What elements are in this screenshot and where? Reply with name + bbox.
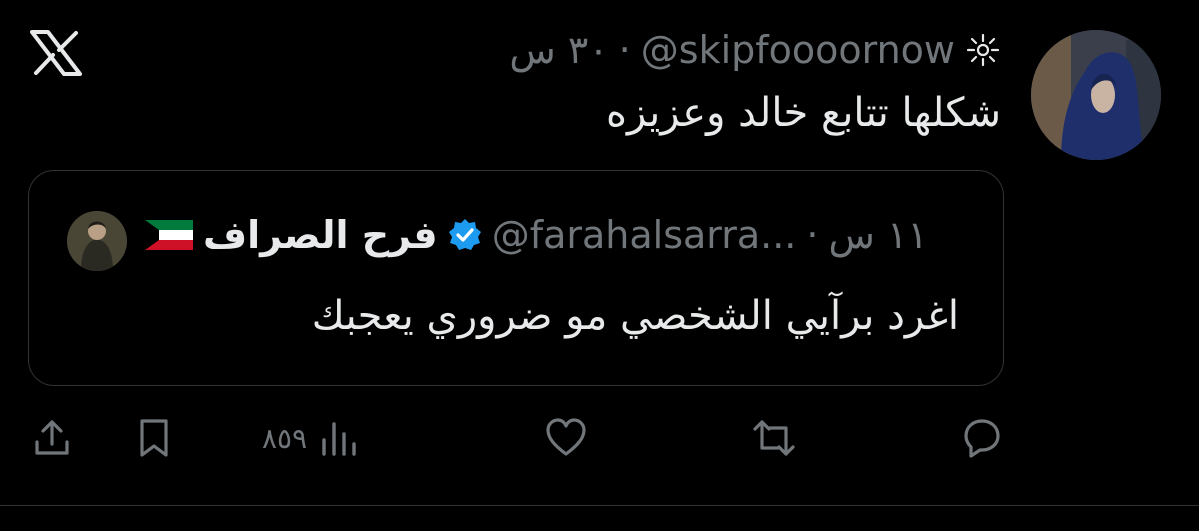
bottom-divider [0, 505, 1199, 506]
views-icon [322, 422, 356, 456]
share-icon [35, 420, 69, 455]
x-logo-icon[interactable] [30, 30, 82, 76]
retweet-icon [753, 420, 795, 456]
quoted-display-name[interactable]: فرح الصراف [203, 213, 438, 257]
quoted-separator: · [806, 213, 819, 257]
tweet-text: شكلها تتابع خالد وعزيزه [606, 90, 1001, 136]
sparkle-icon [965, 32, 1001, 68]
author-avatar[interactable] [1031, 30, 1161, 160]
quoted-tweet-card[interactable]: فرح الصراف @farahalsarra... · ١١ س اغرد … [28, 170, 1004, 386]
reply-button[interactable] [960, 410, 1004, 466]
tweet-timestamp[interactable]: ٣٠ س [509, 28, 608, 72]
like-icon [546, 418, 586, 456]
tweet-page: @skipfoooornow · ٣٠ س شكلها تتابع خالد و… [0, 0, 1199, 531]
like-button[interactable] [544, 410, 588, 466]
kuwait-flag-icon [145, 220, 193, 250]
views-count: ٨٥٩ [262, 421, 308, 455]
header-separator: · [618, 28, 631, 72]
reply-icon [964, 419, 1000, 458]
views-button[interactable]: ٨٥٩ [262, 410, 361, 466]
verified-badge-icon [448, 219, 481, 250]
tweet-header: @skipfoooornow · ٣٠ س [509, 28, 1001, 72]
author-handle[interactable]: @skipfoooornow [641, 28, 955, 72]
retweet-button[interactable] [752, 410, 796, 466]
quoted-handle[interactable]: @farahalsarra... [492, 213, 797, 257]
share-button[interactable] [30, 410, 74, 466]
quoted-author-avatar[interactable] [67, 211, 127, 271]
bookmark-button[interactable] [132, 410, 176, 466]
quoted-header: فرح الصراف @farahalsarra... · ١١ س [145, 213, 928, 257]
bookmark-icon [140, 419, 168, 457]
quoted-text: اغرد برآيي الشخصي مو ضروري يعجبك [311, 293, 959, 339]
quoted-timestamp[interactable]: ١١ س [828, 213, 927, 257]
action-bar: ٨٥٩ [0, 410, 1199, 470]
